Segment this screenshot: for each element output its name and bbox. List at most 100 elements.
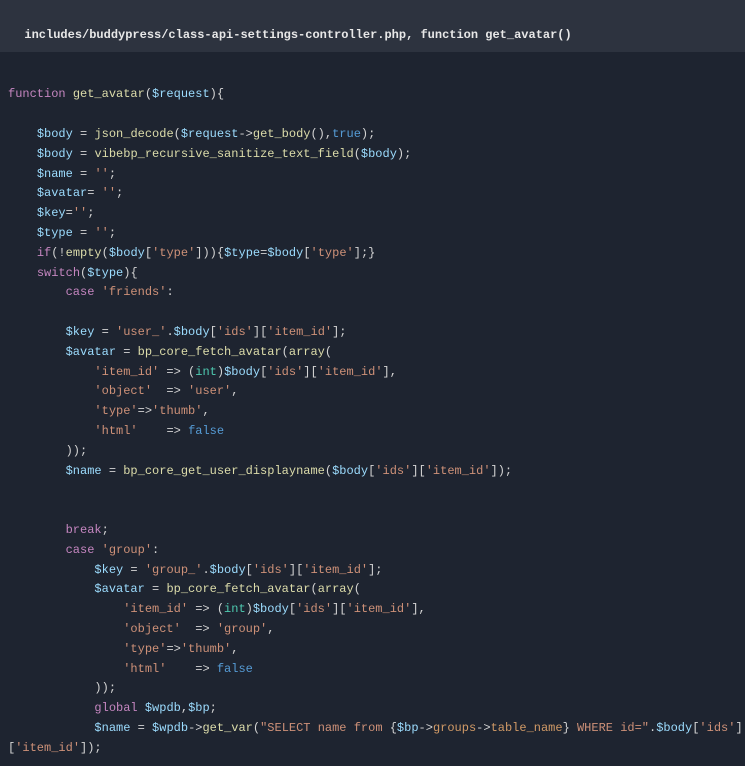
code-token: [8, 365, 94, 379]
code-token: json_decode: [94, 127, 173, 141]
code-token: $body: [174, 325, 210, 339]
code-token: =: [73, 167, 95, 181]
code-token: false: [217, 662, 253, 676]
code-token: bp_core_get_user_displayname: [123, 464, 325, 478]
code-token: [: [210, 325, 217, 339]
code-token: [: [145, 246, 152, 260]
code-token: ][: [411, 464, 425, 478]
code-token: $body: [332, 464, 368, 478]
code-token: array: [318, 582, 354, 596]
code-token: (: [145, 87, 152, 101]
code-token: ,: [231, 642, 238, 656]
code-token: =>: [181, 622, 217, 636]
code-token: $name: [66, 464, 102, 478]
code-token: $avatar: [66, 345, 116, 359]
code-token: bp_core_fetch_avatar: [138, 345, 282, 359]
code-token: switch: [37, 266, 80, 280]
code-token: 'object': [94, 384, 152, 398]
code-token: function: [8, 87, 73, 101]
code-token: $body: [37, 127, 73, 141]
code-token: 'type': [311, 246, 354, 260]
code-token: [8, 167, 37, 181]
code-line: case 'group':: [8, 541, 737, 561]
code-token: ));: [8, 444, 87, 458]
code-token: ][: [303, 365, 317, 379]
code-token: $avatar: [37, 186, 87, 200]
code-token: 'type': [123, 642, 166, 656]
code-token: [8, 206, 37, 220]
code-line: 'html' => false: [8, 422, 737, 442]
code-line: $type = '';: [8, 224, 737, 244]
code-token: 'html': [123, 662, 166, 676]
code-token: 'item_id': [267, 325, 332, 339]
code-token: $request: [152, 87, 210, 101]
code-token: ];: [332, 325, 346, 339]
code-token: [8, 543, 66, 557]
code-token: ],: [383, 365, 397, 379]
code-token: ;: [102, 523, 109, 537]
code-token: ,: [267, 622, 274, 636]
code-token: => (: [159, 365, 195, 379]
code-line: $key = 'group_'.$body['ids']['item_id'];: [8, 561, 737, 581]
code-token: 'user_': [116, 325, 166, 339]
code-token: 'item_id': [347, 602, 412, 616]
code-token: $key: [66, 325, 95, 339]
code-token: 'ids': [375, 464, 411, 478]
code-token: $name: [37, 167, 73, 181]
code-token: 'type': [152, 246, 195, 260]
code-token: 'user': [188, 384, 231, 398]
code-line: ));: [8, 442, 737, 462]
code-token: bp_core_fetch_avatar: [166, 582, 310, 596]
code-line: 'type'=>'thumb',: [8, 640, 737, 660]
code-token: [8, 226, 37, 240]
code-token: vibebp_recursive_sanitize_text_field: [94, 147, 353, 161]
code-token: (: [354, 147, 361, 161]
code-token: [8, 602, 123, 616]
code-token: [138, 701, 145, 715]
code-token: ;: [116, 186, 123, 200]
code-line: [8, 66, 737, 86]
code-token: 'ids': [296, 602, 332, 616]
code-token: 'thumb': [181, 642, 231, 656]
code-token: if: [37, 246, 51, 260]
code-token: [8, 721, 94, 735]
code-token: ,: [231, 384, 238, 398]
code-token: 'item_id': [426, 464, 491, 478]
code-token: :: [166, 285, 173, 299]
code-line: $body = json_decode($request->get_body()…: [8, 125, 737, 145]
code-token: get_var: [202, 721, 252, 735]
code-token: [: [8, 741, 15, 755]
code-token: =: [66, 206, 73, 220]
code-line: 'item_id' => (int)$body['ids']['item_id'…: [8, 363, 737, 383]
code-token: (: [325, 464, 332, 478]
code-token: table_name: [491, 721, 563, 735]
code-token: [8, 464, 66, 478]
code-token: break: [66, 523, 102, 537]
code-token: =>: [166, 642, 180, 656]
code-token: 'item_id': [303, 563, 368, 577]
code-token: 'object': [123, 622, 181, 636]
code-token: '': [94, 167, 108, 181]
code-token: $bp: [397, 721, 419, 735]
code-token: int: [195, 365, 217, 379]
code-token: [94, 285, 101, 299]
code-token: $name: [94, 721, 130, 735]
code-token: (: [282, 345, 289, 359]
code-token: }: [563, 721, 570, 735]
code-token: );: [397, 147, 411, 161]
code-token: =: [130, 721, 152, 735]
code-token: =>: [138, 424, 188, 438]
code-line: $avatar = bp_core_fetch_avatar(array(: [8, 580, 737, 600]
code-token: WHERE id=": [570, 721, 649, 735]
code-line: $name = bp_core_get_user_displayname($bo…: [8, 462, 737, 482]
file-header-text: includes/buddypress/class-api-settings-c…: [24, 28, 571, 42]
code-token: [8, 582, 94, 596]
code-line: 'item_id' => (int)$body['ids']['item_id'…: [8, 600, 737, 620]
code-line: 'object' => 'user',: [8, 382, 737, 402]
code-line: $key='';: [8, 204, 737, 224]
code-line: case 'friends':: [8, 283, 737, 303]
code-line: $body = vibebp_recursive_sanitize_text_f…: [8, 145, 737, 165]
code-token: ][: [253, 325, 267, 339]
code-token: ){: [123, 266, 137, 280]
code-block: function get_avatar($request){ $body = j…: [0, 52, 745, 766]
